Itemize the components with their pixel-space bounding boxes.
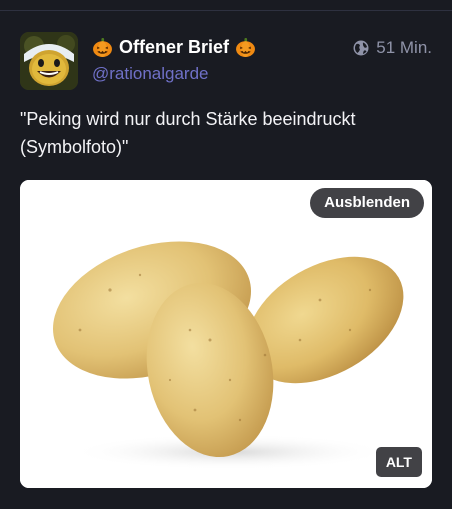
display-name-text: Offener Brief — [119, 36, 230, 57]
alt-text-badge[interactable]: ALT — [375, 447, 422, 477]
account-handle[interactable]: @rationalgarde — [92, 64, 209, 84]
avatar[interactable] — [20, 32, 78, 90]
avatar-image — [20, 32, 78, 90]
pumpkin-icon — [236, 37, 255, 57]
post-timestamp[interactable]: 51 Min. — [353, 38, 432, 58]
potato-photo — [20, 180, 432, 488]
media-attachment[interactable]: Ausblenden ALT — [20, 180, 432, 488]
display-name[interactable]: Offener Brief — [92, 35, 256, 59]
timestamp-text: 51 Min. — [376, 38, 432, 57]
hide-media-button[interactable]: Ausblenden — [310, 188, 424, 218]
status-text: "Peking wird nur durch Stärke beeindruck… — [20, 109, 356, 157]
globe-icon — [353, 40, 369, 56]
pumpkin-icon — [93, 37, 112, 57]
top-divider — [0, 10, 452, 11]
